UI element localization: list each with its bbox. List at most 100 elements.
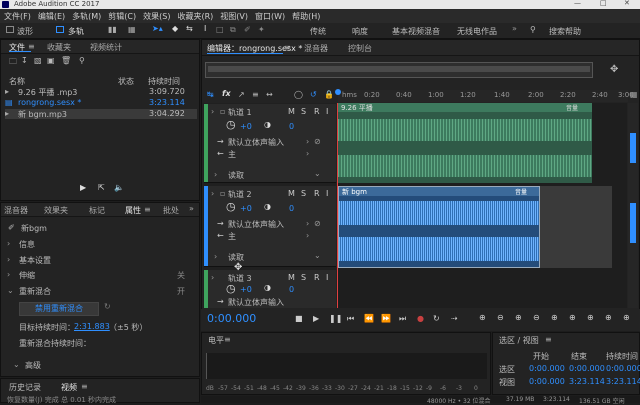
- tab-effects-rack[interactable]: 效果夹: [44, 205, 68, 216]
- record-button[interactable]: R: [314, 273, 320, 282]
- menu-icon[interactable]: ≡: [284, 43, 291, 52]
- solo-button[interactable]: S: [301, 273, 306, 282]
- chevron-down-icon[interactable]: ⌄: [314, 169, 321, 178]
- monitor-input-button[interactable]: I: [326, 189, 328, 198]
- disable-remix-button[interactable]: 禁用重新混合: [19, 302, 99, 316]
- tab-history[interactable]: 历史记录: [9, 382, 41, 393]
- zoom-in-time-icon[interactable]: ⊕: [515, 313, 522, 322]
- pan-knob-icon[interactable]: ◑: [264, 120, 271, 129]
- maximize-button[interactable]: □: [600, 0, 607, 7]
- track-pan[interactable]: 0: [289, 204, 294, 213]
- menu-clip[interactable]: 剪辑(C): [104, 9, 139, 22]
- dropdown-icon[interactable]: ›: [306, 219, 309, 228]
- fx-label[interactable]: fx: [222, 89, 231, 98]
- play-icon[interactable]: ▶: [313, 314, 319, 323]
- tab-properties[interactable]: 属性: [125, 205, 141, 216]
- monitor-input-button[interactable]: I: [326, 273, 328, 282]
- menu-icon[interactable]: ≡: [28, 42, 35, 51]
- zoom-in-right-icon[interactable]: ⊕: [605, 313, 612, 322]
- tab-mixer-view[interactable]: 混音器: [304, 43, 328, 54]
- arm-icon[interactable]: ◯: [294, 90, 303, 99]
- new-file-icon[interactable]: ▧: [34, 56, 42, 65]
- solo-button[interactable]: S: [301, 189, 306, 198]
- tab-mixer[interactable]: 混音器: [4, 205, 28, 216]
- zoom-navigator-icon[interactable]: ✥: [610, 64, 618, 75]
- volume-knob-icon[interactable]: ◷: [226, 118, 236, 131]
- menu-icon[interactable]: ≡: [144, 205, 151, 214]
- dropdown-icon[interactable]: ›: [306, 149, 309, 158]
- phase-icon[interactable]: ⊘: [314, 137, 321, 146]
- track-name[interactable]: 轨道 1: [228, 107, 252, 118]
- waveform-view-button[interactable]: 波形: [17, 26, 33, 37]
- zoom-out-amplitude-icon[interactable]: ⊖: [497, 313, 504, 322]
- pan-knob-icon[interactable]: ◑: [264, 202, 271, 211]
- selection-duration[interactable]: 0:00.000: [606, 364, 640, 373]
- clip-name-field[interactable]: 新bgm: [21, 223, 47, 234]
- minimize-button[interactable]: —: [574, 0, 581, 7]
- section-info[interactable]: 信息: [19, 239, 35, 250]
- section-stretch[interactable]: 伸缩: [19, 270, 35, 281]
- search-help-input[interactable]: 搜索帮助: [549, 26, 629, 37]
- stretch-state[interactable]: 关: [177, 270, 185, 281]
- mute-button[interactable]: M: [288, 189, 295, 198]
- menu-view[interactable]: 视图(V): [216, 9, 251, 22]
- brush-tool-icon[interactable]: ✐: [244, 25, 251, 34]
- fast-forward-icon[interactable]: ⏩: [381, 314, 391, 323]
- read-mode-icon[interactable]: ↔: [266, 90, 273, 99]
- menu-effects[interactable]: 效果(S): [139, 9, 173, 22]
- menu-icon[interactable]: ≡: [81, 382, 88, 391]
- track-expand-icon[interactable]: ›: [211, 273, 214, 282]
- menu-multitrack[interactable]: 多轨(M): [68, 9, 104, 22]
- zoom-in-amplitude-icon[interactable]: ⊕: [479, 313, 486, 322]
- clip-new-bgm[interactable]: 新 bgm 音量: [338, 186, 540, 268]
- track-input[interactable]: 默认立体声输入: [228, 137, 284, 148]
- track-volume[interactable]: +0: [240, 122, 252, 131]
- menu-help[interactable]: 帮助(H): [288, 9, 323, 22]
- list-item[interactable]: ▸ 9.26 平播 .mp3 3:09.720: [5, 87, 197, 97]
- eq-icon[interactable]: ≡: [252, 90, 259, 99]
- track-volume[interactable]: +0: [240, 285, 252, 294]
- track-input[interactable]: 默认立体声输入: [228, 297, 284, 308]
- record-button[interactable]: R: [314, 189, 320, 198]
- tab-markers[interactable]: 标记: [89, 205, 105, 216]
- track-name[interactable]: 轨道 2: [228, 189, 252, 200]
- workspace-loudness[interactable]: 响度: [352, 26, 368, 37]
- refresh-icon[interactable]: ↻: [104, 302, 111, 311]
- view-end[interactable]: 3:23.114: [569, 377, 605, 386]
- close-button[interactable]: ✕: [624, 0, 630, 7]
- section-advanced[interactable]: 高级: [25, 360, 41, 371]
- volume-knob-icon[interactable]: ◷: [226, 200, 236, 213]
- multitrack-view-button[interactable]: 多轨: [68, 26, 84, 37]
- move-tool-icon[interactable]: ➤▴: [152, 24, 163, 33]
- monitor-input-button[interactable]: I: [326, 107, 328, 116]
- heal-tool-icon[interactable]: ✦: [258, 25, 265, 34]
- tab-video[interactable]: 视频: [61, 382, 77, 393]
- zoom-reset-icon[interactable]: ⊕: [623, 313, 630, 322]
- workspace-more-icon[interactable]: »: [512, 24, 517, 33]
- go-to-end-icon[interactable]: ⏭: [399, 314, 406, 324]
- record-icon[interactable]: ●: [417, 314, 424, 323]
- tab-video-stats[interactable]: 视频统计: [90, 42, 122, 53]
- track-expand-icon[interactable]: ›: [214, 170, 217, 179]
- track-expand-icon[interactable]: ›: [214, 252, 217, 261]
- loop-icon[interactable]: ↺: [310, 90, 317, 99]
- zoom-out-time-icon[interactable]: ⊖: [533, 313, 540, 322]
- zoom-full-icon[interactable]: ⊕: [551, 313, 558, 322]
- track-pan[interactable]: 0: [289, 122, 294, 131]
- export-icon[interactable]: ⇱: [98, 183, 105, 192]
- zoom-in-left-icon[interactable]: ⊕: [587, 313, 594, 322]
- remix-state[interactable]: 开: [177, 286, 185, 297]
- section-basic-settings[interactable]: 基本设置: [19, 255, 51, 266]
- dropdown-icon[interactable]: ›: [306, 137, 309, 146]
- vertical-scrollbar[interactable]: [628, 103, 638, 308]
- dropdown-icon[interactable]: ›: [306, 231, 309, 240]
- selection-end[interactable]: 0:00.000: [569, 364, 605, 373]
- time-select-tool-icon[interactable]: I: [204, 24, 206, 33]
- tab-console[interactable]: 控制台: [348, 43, 372, 54]
- solo-button[interactable]: S: [301, 107, 306, 116]
- ruler-options-icon[interactable]: ▦: [630, 90, 638, 99]
- tab-favorites[interactable]: 收藏夹: [47, 42, 71, 53]
- menu-window[interactable]: 窗口(W): [251, 9, 288, 22]
- open-file-icon[interactable]: 🗀: [9, 56, 17, 70]
- overview-navigator[interactable]: [205, 62, 593, 78]
